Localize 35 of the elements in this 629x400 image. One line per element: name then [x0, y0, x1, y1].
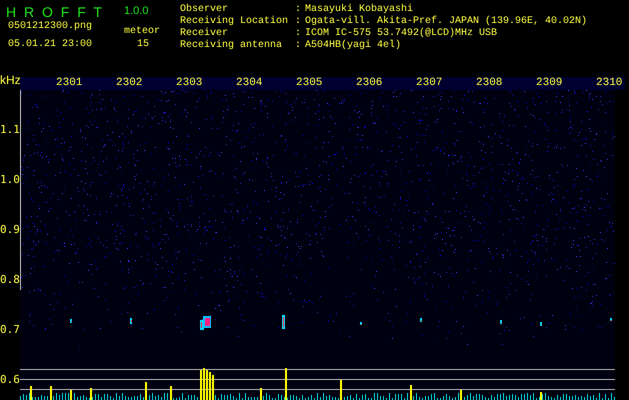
frequency-label: 1.0: [0, 174, 20, 185]
frequency-label: 0.8: [0, 274, 20, 285]
frequency-label: 1.1: [0, 124, 20, 135]
colon: :: [295, 5, 302, 15]
app-title: H R O F F T: [6, 5, 104, 19]
time-label: 2302: [116, 78, 142, 89]
time-label: 2306: [356, 78, 382, 89]
date-time: 05.01.21 23:00: [8, 40, 92, 50]
meteor-label: meteor: [124, 27, 160, 37]
frequency-label: 0.9: [0, 224, 20, 235]
colon: :: [295, 29, 302, 39]
colon: :: [295, 17, 302, 27]
time-label: 2307: [416, 78, 442, 89]
time-label: 2305: [296, 78, 322, 89]
time-label: 2303: [176, 78, 202, 89]
version-number: 1.0.0: [124, 6, 148, 17]
meteor-count: 15: [137, 40, 150, 50]
info-label: Observer: [180, 5, 228, 15]
info-label: Receiving antenna: [180, 41, 282, 51]
time-label: 2310: [596, 78, 622, 89]
time-label: 2304: [236, 78, 262, 89]
info-label: Receiver: [180, 29, 228, 39]
colon: :: [295, 41, 302, 51]
time-label: 2301: [56, 78, 82, 89]
info-value: A504HB(yagi 4el): [305, 41, 402, 51]
info-value: ICOM IC-575 53.7492(@LCD)MHz USB: [305, 29, 498, 39]
time-label: 2308: [476, 78, 502, 89]
frequency-label: 0.6: [0, 374, 20, 385]
info-value: Masayuki Kobayashi: [305, 5, 414, 15]
frequency-label: 0.7: [0, 324, 20, 335]
info-value: Ogata-vill. Akita-Pref. JAPAN (139.96E, 40.02N): [305, 17, 588, 27]
info-label: Receiving Location: [180, 17, 288, 27]
file-name: 0501212300.png: [8, 22, 92, 32]
axis-unit: kHz: [0, 74, 21, 86]
time-label: 2309: [536, 78, 562, 89]
